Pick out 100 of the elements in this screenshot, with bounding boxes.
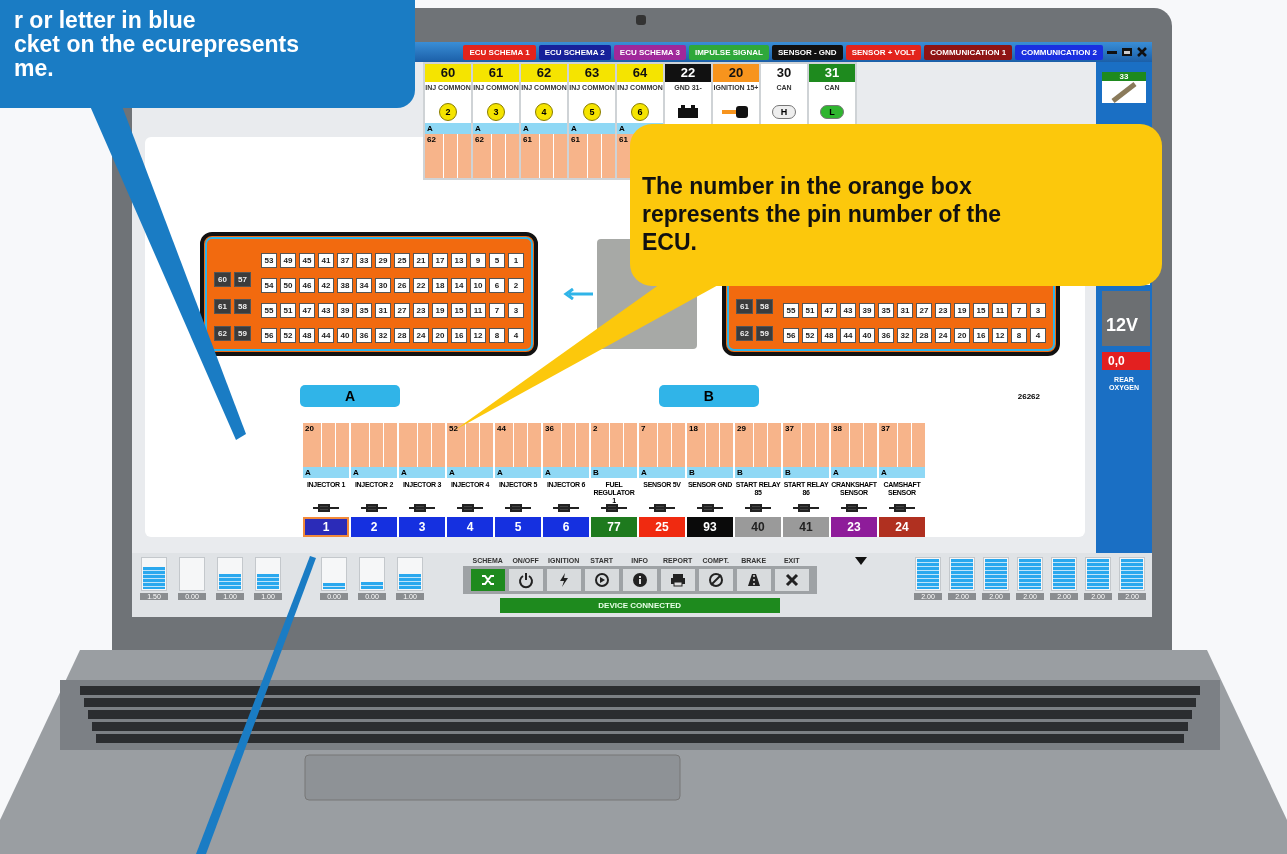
ecu-pin-cell: [399, 423, 445, 467]
connector-letter: A: [425, 123, 471, 134]
schema-tab[interactable]: ECU SCHEMA 2: [538, 44, 611, 60]
component-icon: [503, 502, 533, 512]
component-icon: [647, 502, 677, 512]
tool-button[interactable]: [546, 569, 581, 591]
pin-number: 8: [1011, 328, 1027, 343]
channel-number[interactable]: 3: [399, 517, 445, 537]
ecu-pin-cell: 36: [543, 423, 589, 467]
pin-number: 18: [432, 278, 448, 293]
pin-number: 61: [736, 299, 753, 314]
pin-number: 55: [783, 303, 799, 318]
channel-number[interactable]: 23: [831, 517, 877, 537]
pin-number: 24: [413, 328, 429, 343]
close-icon[interactable]: [1136, 47, 1148, 57]
pin-number: 39: [859, 303, 875, 318]
pin-number: 14: [451, 278, 467, 293]
pin-number: 16: [973, 328, 989, 343]
connector-letter: A: [473, 123, 519, 134]
pin-number: 44: [840, 328, 856, 343]
tool-button[interactable]: [774, 569, 809, 591]
pin-number: 43: [840, 303, 856, 318]
channel-number[interactable]: 24: [879, 517, 925, 537]
connector-letter: A: [495, 467, 541, 478]
pin-number: 4: [1030, 328, 1046, 343]
component-icon: [359, 502, 389, 512]
schema-tab[interactable]: ECU SCHEMA 1: [463, 44, 536, 60]
connector-letter: B: [735, 467, 781, 478]
no-entry-icon: [706, 571, 725, 589]
pin-number: 40: [859, 328, 875, 343]
channel-number[interactable]: 5: [495, 517, 541, 537]
tool-button[interactable]: [622, 569, 657, 591]
pin-number: 28: [394, 328, 410, 343]
tool-button[interactable]: [736, 569, 771, 591]
schema-tab[interactable]: COMMUNICATION 1: [924, 44, 1013, 60]
channel-number[interactable]: 41: [783, 517, 829, 537]
connector-letter: A: [447, 467, 493, 478]
connector-letter: B: [783, 467, 829, 478]
callout-text: r or letter in blue cket on the ecurepresents me.: [0, 0, 415, 108]
pin-number: 57: [234, 272, 251, 287]
pin-number: 31: [375, 303, 391, 318]
pin-number: 20: [954, 328, 970, 343]
injector-badge: 6: [631, 103, 649, 121]
sensor-number: 33: [1102, 72, 1146, 81]
schema-tab[interactable]: SENSOR - GND: [771, 44, 843, 60]
pin-number: 12: [992, 328, 1008, 343]
channel-number[interactable]: 4: [447, 517, 493, 537]
tool-button[interactable]: [584, 569, 619, 591]
pin-number: 40: [337, 328, 353, 343]
component-icon: [743, 502, 773, 512]
channel-number[interactable]: 1: [303, 517, 349, 537]
channel-number[interactable]: 2: [351, 517, 397, 537]
pin-number: 8: [489, 328, 505, 343]
tool-button[interactable]: [508, 569, 543, 591]
ecu-pin-cell: 62: [473, 134, 519, 178]
play-icon: [592, 571, 611, 589]
injector-badge: 5: [583, 103, 601, 121]
pin-number: 48: [821, 328, 837, 343]
pin-number: 15: [451, 303, 467, 318]
pin-number: 33: [356, 253, 372, 268]
ecu-pin-cell: 18: [687, 423, 733, 467]
pin-number: 62: [736, 326, 753, 341]
pin-number: 4: [508, 328, 524, 343]
component-icon: [791, 502, 821, 512]
channel-number[interactable]: 93: [687, 517, 733, 537]
ecu-pin-cell: 61: [521, 134, 567, 178]
connector-letter: A: [569, 123, 615, 134]
schema-tab[interactable]: ECU SCHEMA 3: [613, 44, 686, 60]
schema-tab[interactable]: SENSOR + VOLT: [845, 44, 922, 60]
component-icon: [455, 502, 485, 512]
restore-icon[interactable]: [1121, 47, 1133, 57]
injector-badge: 4: [535, 103, 553, 121]
pin-number: 23: [413, 303, 429, 318]
ecu-pin-cell: 7: [639, 423, 685, 467]
channel-number[interactable]: 6: [543, 517, 589, 537]
pin-number: 13: [451, 253, 467, 268]
pin-number: 5: [489, 253, 505, 268]
component-icon: [311, 502, 341, 512]
pin-number: 56: [783, 328, 799, 343]
ecu-pin-cell: 29: [735, 423, 781, 467]
pin-number: 45: [299, 253, 315, 268]
pin-header: 22: [665, 64, 711, 82]
channel-number[interactable]: 77: [591, 517, 637, 537]
reading-display: 0,0: [1102, 352, 1150, 370]
pin-number: 36: [356, 328, 372, 343]
pin-header: 63: [569, 64, 615, 82]
voltage-display: 12V: [1102, 291, 1150, 346]
channel-number[interactable]: 25: [639, 517, 685, 537]
pin-number: 26: [394, 278, 410, 293]
ecu-pin-cell: 20: [303, 423, 349, 467]
pin-number: 32: [897, 328, 913, 343]
channel-number[interactable]: 40: [735, 517, 781, 537]
schema-tab[interactable]: COMMUNICATION 2: [1015, 44, 1103, 60]
tool-button[interactable]: [660, 569, 695, 591]
caret-icon[interactable]: [855, 557, 868, 565]
pin-number: 15: [973, 303, 989, 318]
pin-number: 56: [261, 328, 277, 343]
tool-button[interactable]: [698, 569, 733, 591]
pin-number: 59: [756, 326, 773, 341]
pin-number: 28: [916, 328, 932, 343]
